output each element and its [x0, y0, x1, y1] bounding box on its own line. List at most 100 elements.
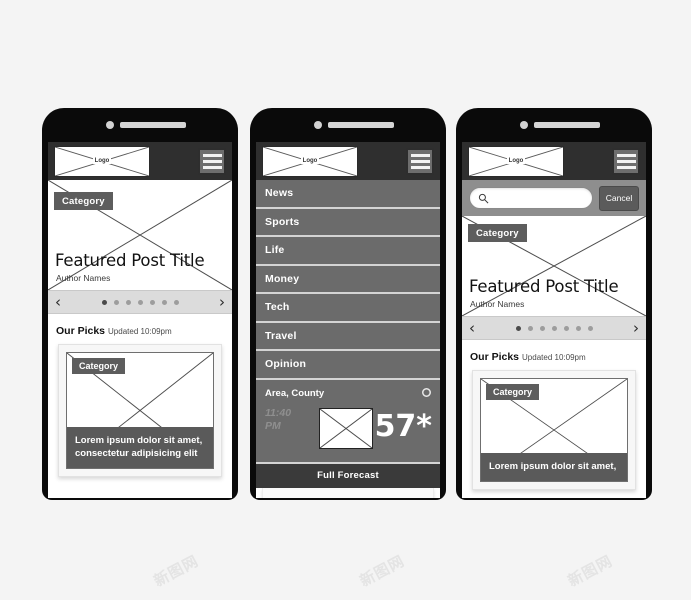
pick-card-caption: Lorem ipsum dolor sit amet, consectetur …: [67, 427, 213, 468]
hamburger-bar: [410, 165, 430, 169]
watermark: 新图网: [564, 551, 616, 591]
featured-hero[interactable]: Category Featured Post Title Author Name…: [462, 216, 646, 316]
carousel-dot[interactable]: [527, 325, 533, 331]
phone-top-bezel: [48, 108, 232, 142]
carousel-dot[interactable]: [137, 299, 143, 305]
hamburger-bar: [616, 165, 636, 169]
our-picks-updated: Updated 10:09pm: [522, 353, 586, 362]
full-forecast-button[interactable]: Full Forecast: [256, 463, 440, 488]
menu-item-opinion[interactable]: Opinion: [256, 351, 440, 380]
logo[interactable]: Logo: [54, 145, 150, 177]
logo-label: Logo: [300, 158, 320, 164]
front-camera-icon: [106, 121, 114, 129]
wireframe-canvas: 新图网 新图网 新图网 新图网 新图网 新图网 新图网 新图网 新图网 Logo: [0, 0, 691, 600]
our-picks-title: Our Picks: [470, 351, 520, 363]
featured-hero[interactable]: Category Featured Post Title Author Name…: [48, 180, 232, 290]
carousel-next-icon[interactable]: ›: [633, 320, 639, 336]
hamburger-bar: [616, 153, 636, 157]
sheet-edge: [262, 487, 434, 498]
carousel-dot[interactable]: [515, 325, 521, 331]
logo[interactable]: Logo: [468, 145, 564, 177]
hamburger-bar: [616, 159, 636, 163]
menu-item-tech[interactable]: Tech: [256, 294, 440, 323]
carousel-dots: [101, 299, 179, 305]
weather-temperature: 57*: [374, 408, 432, 444]
pick-card-wrapper: Category Lorem ipsum dolor sit amet, con…: [58, 344, 222, 477]
pick-card[interactable]: Category Lorem ipsum dolor sit amet,: [480, 378, 628, 482]
category-chip[interactable]: Category: [54, 192, 113, 210]
cancel-button[interactable]: Cancel: [599, 185, 639, 211]
carousel-dot[interactable]: [149, 299, 155, 305]
carousel-dot[interactable]: [161, 299, 167, 305]
our-picks-header: Our Picks Updated 10:09pm: [462, 340, 646, 370]
hamburger-bar: [202, 159, 222, 163]
menu-item-life[interactable]: Life: [256, 237, 440, 266]
featured-post-author: Author Names: [56, 273, 111, 283]
carousel-controls: ‹ ›: [48, 290, 232, 314]
hamburger-menu-icon[interactable]: [612, 147, 640, 175]
weather-time-line1: 11:40: [265, 406, 292, 419]
carousel-dots: [515, 325, 593, 331]
weather-location: Area, County: [265, 387, 325, 399]
carousel-dot[interactable]: [101, 299, 107, 305]
menu-item-travel[interactable]: Travel: [256, 323, 440, 351]
carousel-next-icon[interactable]: ›: [219, 294, 225, 310]
category-chip[interactable]: Category: [468, 224, 527, 242]
our-picks-updated: Updated 10:09pm: [108, 327, 172, 336]
menu-item-sports[interactable]: Sports: [256, 209, 440, 237]
carousel-dot[interactable]: [575, 325, 581, 331]
pick-card[interactable]: Category Lorem ipsum dolor sit amet, con…: [66, 352, 214, 469]
menu-item-money[interactable]: Money: [256, 266, 440, 294]
logo[interactable]: Logo: [262, 145, 358, 177]
carousel-controls: ‹ ›: [462, 316, 646, 340]
carousel-dot[interactable]: [113, 299, 119, 305]
carousel-dot[interactable]: [539, 325, 545, 331]
search-input[interactable]: [469, 187, 593, 209]
hamburger-bar: [410, 153, 430, 157]
hamburger-bar: [410, 159, 430, 163]
weather-widget[interactable]: Area, County 11:40 PM 57*: [256, 379, 440, 464]
our-picks-title: Our Picks: [56, 325, 106, 337]
earpiece-speaker-icon: [120, 122, 186, 128]
watermark: 新图网: [356, 551, 408, 591]
carousel-prev-icon[interactable]: ‹: [469, 320, 475, 336]
screen-home: Logo Category Featured Post Title Author…: [48, 142, 232, 498]
earpiece-speaker-icon: [534, 122, 600, 128]
carousel-prev-icon[interactable]: ‹: [55, 294, 61, 310]
pick-card-wrapper: Category Lorem ipsum dolor sit amet,: [472, 370, 636, 490]
carousel-dot[interactable]: [587, 325, 593, 331]
carousel-dot[interactable]: [125, 299, 131, 305]
screen-search: Logo Cancel Category Featured Post Title…: [462, 142, 646, 498]
hamburger-menu-icon[interactable]: [406, 147, 434, 175]
front-camera-icon: [520, 121, 528, 129]
carousel-dot[interactable]: [563, 325, 569, 331]
hamburger-bar: [202, 153, 222, 157]
phone-mockup-menu: Logo News Sports Life Money Tech Travel …: [250, 108, 446, 500]
pick-card-category-chip[interactable]: Category: [72, 358, 126, 374]
screen-menu: Logo News Sports Life Money Tech Travel …: [256, 142, 440, 498]
weather-placeholder-icon: [319, 407, 373, 449]
featured-post-author: Author Names: [470, 299, 525, 309]
our-picks-header: Our Picks Updated 10:09pm: [48, 314, 232, 344]
gear-icon[interactable]: [422, 387, 431, 397]
navbar: Logo: [256, 142, 440, 180]
carousel-dot[interactable]: [173, 299, 179, 305]
weather-time-line2: PM: [265, 419, 281, 432]
phone-top-bezel: [462, 108, 646, 142]
featured-post-title: Featured Post Title: [55, 251, 205, 270]
nav-menu-list: News Sports Life Money Tech Travel Opini…: [256, 180, 440, 488]
phone-mockup-search: Logo Cancel Category Featured Post Title…: [456, 108, 652, 500]
hamburger-bar: [202, 165, 222, 169]
image-placeholder-cross-icon: [320, 408, 372, 448]
navbar: Logo: [48, 142, 232, 180]
hamburger-menu-icon[interactable]: [198, 147, 226, 175]
carousel-dot[interactable]: [551, 325, 557, 331]
menu-item-news[interactable]: News: [256, 180, 440, 209]
search-bar: Cancel: [462, 180, 646, 216]
pick-card-caption: Lorem ipsum dolor sit amet,: [481, 453, 627, 481]
search-icon: [478, 193, 489, 203]
pick-card-category-chip[interactable]: Category: [486, 384, 540, 400]
phone-mockup-home: Logo Category Featured Post Title Author…: [42, 108, 238, 500]
front-camera-icon: [314, 121, 322, 129]
navbar: Logo: [462, 142, 646, 180]
